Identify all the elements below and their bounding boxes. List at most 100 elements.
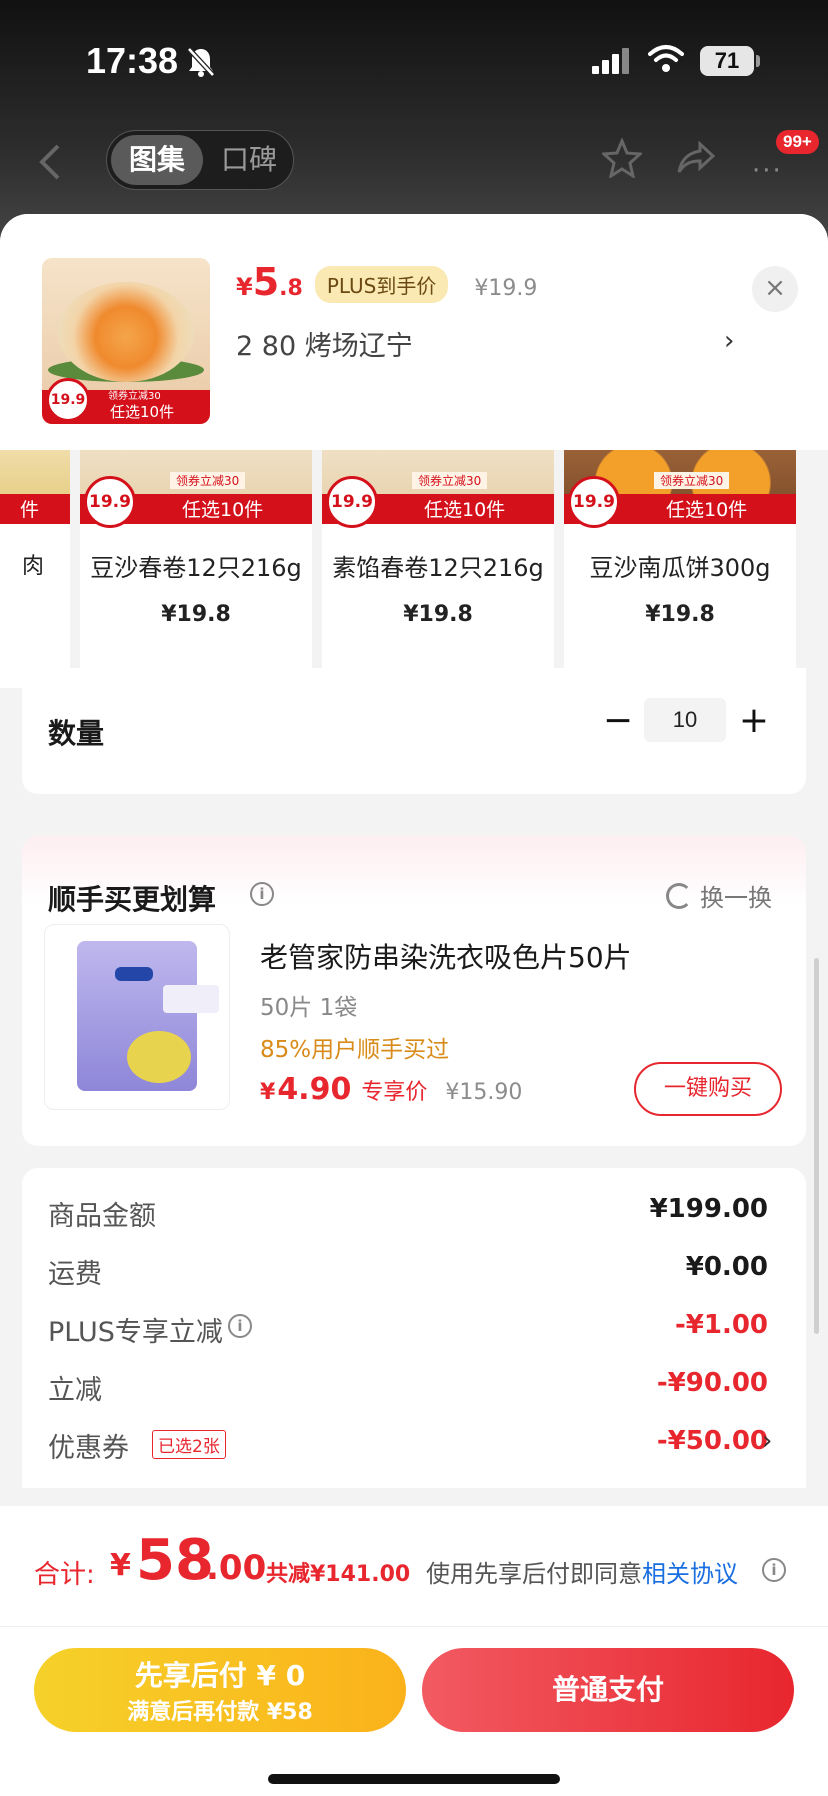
total-savings: 共减¥141.00 <box>266 1562 411 1587</box>
summary-label: PLUS专享立减 <box>48 1317 223 1348</box>
agreement-prefix: 使用先享后付即同意 <box>426 1560 642 1588</box>
normal-pay-button[interactable]: 普通支付 <box>422 1648 794 1732</box>
battery-tip <box>756 55 760 67</box>
addon-title: 顺手买更划算 <box>48 883 217 916</box>
variant-tag: 件 <box>20 499 40 521</box>
summary-value: -¥90.00 <box>656 1368 768 1398</box>
bell-muted-icon <box>186 46 216 82</box>
variant-tag: 任选10件 <box>182 499 264 521</box>
quantity-label: 数量 <box>48 717 105 750</box>
variant-card-partial[interactable]: 件 肉 <box>0 430 70 688</box>
selected-spec[interactable]: 2 80 烤场辽宁 <box>236 324 413 363</box>
addon-price-currency: ¥ <box>260 1080 276 1105</box>
agreement-text: 使用先享后付即同意相关协议 <box>426 1554 738 1589</box>
variant-card[interactable]: 领券立减30 任选10件 19.9 豆沙南瓜饼300g ¥19.8 <box>564 430 796 688</box>
variant-price: ¥19.8 <box>645 602 715 627</box>
divider <box>0 1626 828 1627</box>
summary-value: -¥50.00 <box>656 1426 768 1456</box>
price-decimal: .8 <box>279 276 303 301</box>
quantity-decrease-button[interactable]: − <box>598 702 638 742</box>
total-currency: ¥ <box>110 1548 131 1583</box>
summary-row: 商品金额 ¥199.00 <box>48 1194 768 1234</box>
cellular-signal-icon <box>592 48 630 78</box>
variant-tag: 任选10件 <box>666 499 748 521</box>
battery-level: 71 <box>700 46 754 76</box>
tab-reviews[interactable]: 口碑 <box>207 135 291 185</box>
coupon-chevron-icon[interactable]: › <box>762 1426 772 1456</box>
total-decimal: .00 <box>206 1548 267 1588</box>
variant-price-badge: 19.9 <box>568 476 620 528</box>
swap-label: 换一换 <box>700 884 772 912</box>
coupon-selected-badge: 已选2张 <box>152 1430 226 1459</box>
variant-coupon-text: 领券立减30 <box>654 472 730 489</box>
pay-later-title: 先享后付 ¥ 0 <box>134 1659 306 1692</box>
original-price: ¥19.9 <box>474 276 538 301</box>
variant-card[interactable]: 领券立减30 任选10件 19.9 豆沙春卷12只216g ¥19.8 <box>80 430 312 688</box>
variant-coupon-text: 领券立减30 <box>170 472 246 489</box>
variant-coupon-text: 领券立减30 <box>412 472 488 489</box>
summary-label: 立减 <box>48 1375 102 1406</box>
summary-value: ¥0.00 <box>685 1252 768 1282</box>
coupon-row[interactable]: 优惠券 已选2张 -¥50.00 <box>48 1426 768 1466</box>
summary-label: 运费 <box>48 1259 102 1290</box>
info-icon[interactable]: i <box>762 1558 786 1582</box>
quantity-input[interactable] <box>644 698 726 742</box>
variant-name: 豆沙春卷12只216g <box>90 554 302 582</box>
pay-later-button[interactable]: 先享后付 ¥ 0 满意后再付款 ¥58 <box>34 1648 406 1732</box>
variant-card[interactable]: 领券立减30 任选10件 19.9 素馅春卷12只216g ¥19.8 <box>322 430 554 688</box>
thumbnail-tag: 任选10件 <box>110 403 175 421</box>
more-icon[interactable]: ··· <box>752 156 783 186</box>
message-count-badge: 99+ <box>776 130 819 154</box>
spec-chevron-icon[interactable]: › <box>724 326 734 356</box>
summary-row: 立减 -¥90.00 <box>48 1368 768 1408</box>
summary-label: 商品金额 <box>48 1201 156 1232</box>
addon-name[interactable]: 老管家防串染洗衣吸色片50片 <box>260 936 632 976</box>
total-label: 合计: <box>34 1560 95 1590</box>
swap-button[interactable]: 换一换 <box>666 878 772 913</box>
variant-name: 肉 <box>22 554 45 579</box>
share-icon[interactable] <box>676 140 716 180</box>
status-bar: 17:38 71 <box>0 0 828 120</box>
quantity-increase-button[interactable]: + <box>734 702 774 742</box>
total-integer: 58 <box>136 1528 214 1593</box>
product-header: 领券立减30 任选10件 19.9 ¥ 5 .8 PLUS到手价 ¥19.9 2… <box>0 214 828 450</box>
thumbnail-coupon-text: 领券立减30 <box>108 391 161 402</box>
info-icon[interactable]: i <box>250 882 274 906</box>
agreement-link[interactable]: 相关协议 <box>642 1560 738 1588</box>
favorite-star-icon[interactable] <box>600 137 644 182</box>
one-click-buy-button[interactable]: 一键购买 <box>634 1062 782 1116</box>
nav-bar: 图集 口碑 ··· 99+ <box>0 126 828 206</box>
addon-original-price: ¥15.90 <box>445 1080 523 1105</box>
addon-product-image[interactable] <box>44 924 230 1110</box>
addon-package <box>77 941 219 1091</box>
variant-price: ¥19.8 <box>403 602 473 627</box>
summary-value: ¥199.00 <box>649 1194 768 1224</box>
summary-value: -¥1.00 <box>674 1310 768 1340</box>
price-row: ¥ 5 .8 PLUS到手价 ¥19.9 <box>236 260 537 308</box>
tab-gallery[interactable]: 图集 <box>111 135 203 185</box>
addon-price: ¥ 4.90 专享价 ¥15.90 <box>260 1072 522 1107</box>
summary-label: 优惠券 <box>48 1433 129 1464</box>
wifi-icon <box>648 44 684 78</box>
addon-package-label <box>163 985 219 1013</box>
addon-social-proof: 85%用户顺手买过 <box>260 1037 450 1063</box>
variant-price-badge: 19.9 <box>326 476 378 528</box>
scrollbar[interactable] <box>814 958 819 1334</box>
summary-row: PLUS专享立减 i -¥1.00 <box>48 1310 768 1350</box>
variant-price-badge: 19.9 <box>84 476 136 528</box>
addon-card: 顺手买更划算 i 换一换 老管家防串染洗衣吸色片50片 50片 1袋 85%用户… <box>22 836 806 1146</box>
addon-price-value: 4.90 <box>277 1072 352 1107</box>
addon-package-art <box>127 1031 191 1083</box>
home-indicator <box>268 1774 560 1784</box>
pay-later-subtitle: 满意后再付款 ¥58 <box>127 1700 313 1725</box>
info-icon[interactable]: i <box>228 1314 252 1338</box>
back-arrow-icon[interactable] <box>38 142 62 186</box>
close-button[interactable]: × <box>752 266 798 312</box>
thumbnail-bun <box>58 282 194 382</box>
checkout-bar: 合计: ¥ 58 .00 共减¥141.00 使用先享后付即同意相关协议 i 先… <box>0 1506 828 1796</box>
variant-tag: 任选10件 <box>424 499 506 521</box>
variant-price: ¥19.8 <box>161 602 231 627</box>
price-currency: ¥ <box>236 273 253 301</box>
addon-price-label: 专享价 <box>361 1080 428 1105</box>
product-thumbnail: 领券立减30 任选10件 19.9 <box>42 258 210 424</box>
